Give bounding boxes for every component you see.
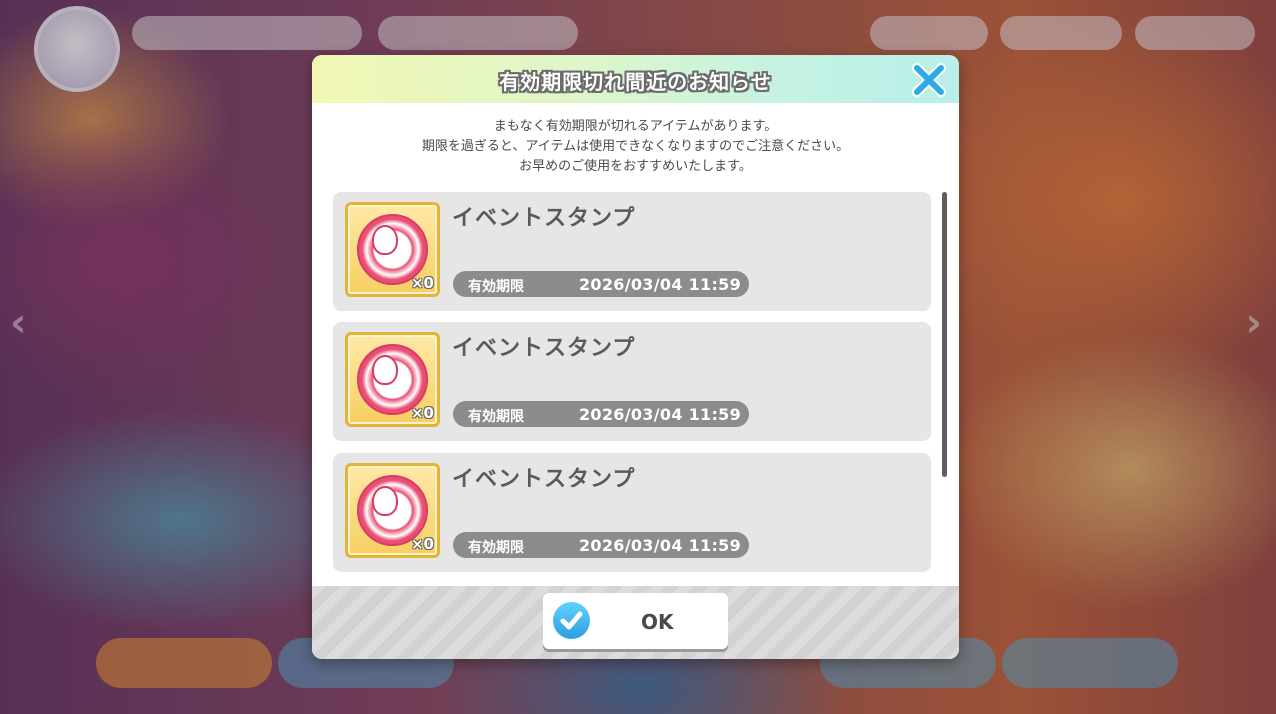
notice-line: 期限を過ぎると、アイテムは使用できなくなりますのでご注意ください。 <box>421 139 850 154</box>
expiry-badge: 有効期限 2026/03/04 11:59 <box>453 532 749 558</box>
expiry-label: 有効期限 <box>468 409 524 425</box>
expiry-date: 2026/03/04 11:59 <box>579 536 742 555</box>
expiry-label: 有効期限 <box>468 279 524 295</box>
item-name: イベントスタンプ <box>452 467 636 492</box>
notice-text: まもなく有効期限が切れるアイテムがあります。 期限を過ぎると、アイテムは使用でき… <box>312 117 959 177</box>
item-name: イベントスタンプ <box>452 336 636 361</box>
item-count: ×0 <box>410 274 434 292</box>
item-count: ×0 <box>410 404 434 422</box>
dialog-footer: OK <box>312 586 959 659</box>
list-scrollbar[interactable] <box>942 192 947 585</box>
stamp-character <box>372 355 398 385</box>
stamp-character <box>372 486 398 516</box>
close-icon <box>912 63 946 97</box>
event-stamp-icon: ×0 <box>345 463 440 558</box>
check-circle-icon <box>553 602 590 639</box>
expiring-items-list[interactable]: ×0 イベントスタンプ 有効期限 2026/03/04 11:59 ×0 イベン… <box>333 192 931 585</box>
dialog-header: 有効期限切れ間近のお知らせ <box>312 55 959 103</box>
item-name: イベントスタンプ <box>452 206 636 231</box>
close-button[interactable] <box>911 62 947 98</box>
notice-line: お早めのご使用をおすすめいたします。 <box>519 159 752 174</box>
expiry-label: 有効期限 <box>468 540 524 556</box>
list-item: ×0 イベントスタンプ 有効期限 2026/03/04 11:59 <box>333 322 931 441</box>
item-count: ×0 <box>410 535 434 553</box>
stamp-character <box>372 225 398 255</box>
event-stamp-icon: ×0 <box>345 202 440 297</box>
scrollbar-thumb[interactable] <box>942 192 947 477</box>
notice-line: まもなく有効期限が切れるアイテムがあります。 <box>493 119 778 134</box>
expiry-badge: 有効期限 2026/03/04 11:59 <box>453 401 749 427</box>
event-stamp-icon: ×0 <box>345 332 440 427</box>
expiry-date: 2026/03/04 11:59 <box>579 275 742 294</box>
ok-button[interactable]: OK <box>543 593 728 649</box>
expiry-badge: 有効期限 2026/03/04 11:59 <box>453 271 749 297</box>
expiry-notice-dialog: 有効期限切れ間近のお知らせ まもなく有効期限が切れるアイテムがあります。 期限を… <box>312 55 959 659</box>
list-item: ×0 イベントスタンプ 有効期限 2026/03/04 11:59 <box>333 192 931 311</box>
ok-label: OK <box>641 610 674 634</box>
expiry-date: 2026/03/04 11:59 <box>579 405 742 424</box>
dialog-title: 有効期限切れ間近のお知らせ <box>499 70 772 94</box>
list-item: ×0 イベントスタンプ 有効期限 2026/03/04 11:59 <box>333 453 931 572</box>
